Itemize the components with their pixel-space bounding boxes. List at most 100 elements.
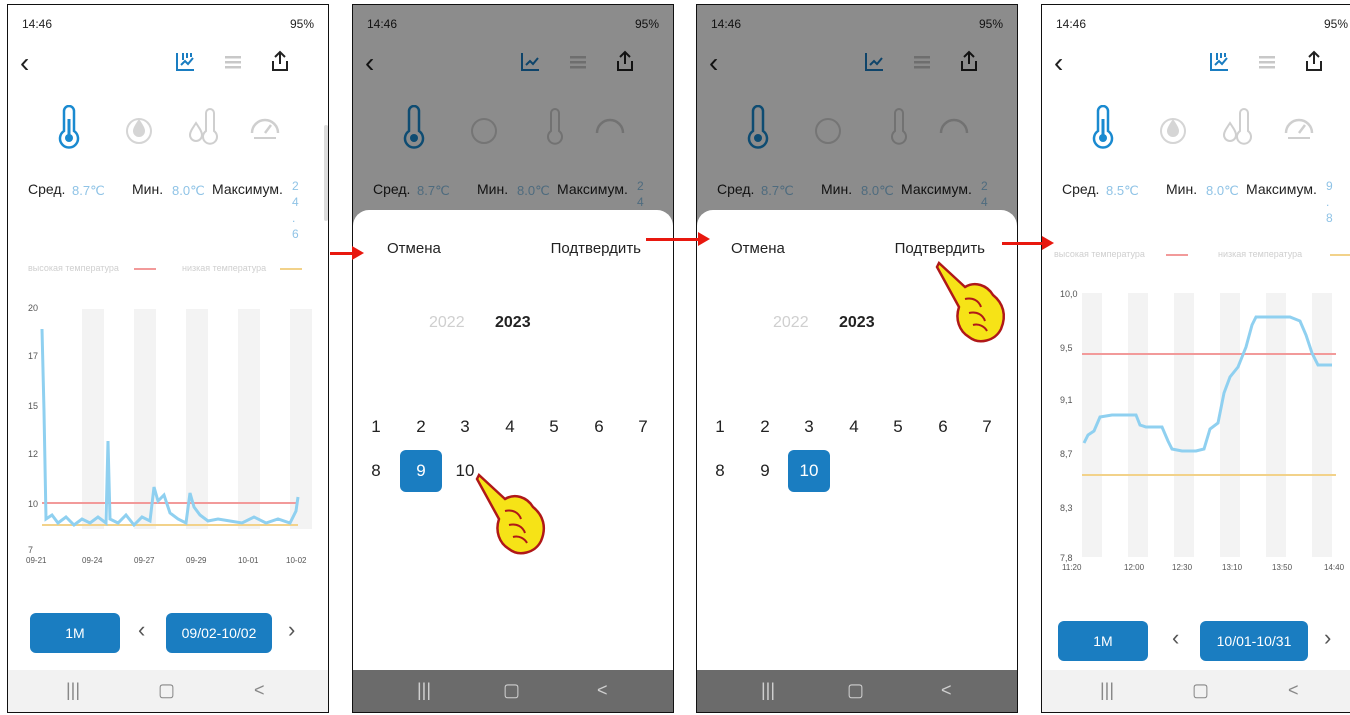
back-chevron-icon[interactable]: ‹ xyxy=(1054,49,1063,77)
recents-icon[interactable]: ||| xyxy=(66,680,80,701)
nav-back-icon[interactable]: < xyxy=(254,680,265,701)
sensor-tabs xyxy=(1042,105,1350,153)
month-option-selected[interactable]: 9 xyxy=(400,450,442,492)
year-selected[interactable]: 2023 xyxy=(495,314,531,332)
legend-high-swatch xyxy=(134,268,156,270)
home-icon[interactable]: ▢ xyxy=(503,680,520,701)
nav-back-icon[interactable]: < xyxy=(597,680,608,701)
max-label: Максимум. xyxy=(212,181,283,197)
home-icon[interactable]: ▢ xyxy=(1192,680,1209,701)
nav-back-icon[interactable]: < xyxy=(1288,680,1299,701)
confirm-button[interactable]: Подтвердить xyxy=(551,240,641,257)
min-label: Мин. xyxy=(1166,181,1198,197)
month-option[interactable]: 8 xyxy=(699,450,741,492)
humidity-drop-icon[interactable] xyxy=(1156,105,1190,149)
temperature-series xyxy=(1082,315,1332,453)
month-option[interactable]: 6 xyxy=(922,406,964,448)
confirm-button[interactable]: Подтвердить xyxy=(895,240,985,257)
month-option[interactable]: 8 xyxy=(355,450,397,492)
month-option[interactable]: 4 xyxy=(833,406,875,448)
share-icon[interactable] xyxy=(268,49,292,73)
cancel-button[interactable]: Отмена xyxy=(387,240,441,257)
phone-screen-2: 14:46 95% ‹ Сред. 8.7℃ Мин. 8.0℃ Максиму… xyxy=(352,4,674,713)
month-option[interactable]: 5 xyxy=(877,406,919,448)
legend-low-label: низкая температура xyxy=(182,263,267,273)
share-icon[interactable] xyxy=(1302,49,1326,73)
period-1m-button[interactable]: 1M xyxy=(1058,621,1148,661)
prev-period-icon[interactable]: ‹ xyxy=(1172,625,1179,651)
legend-low-swatch xyxy=(1330,254,1350,256)
recents-icon[interactable]: ||| xyxy=(761,680,775,701)
year-option[interactable]: 2022 xyxy=(429,314,465,332)
chart-icon[interactable] xyxy=(1208,51,1230,73)
min-value: 8.0℃ xyxy=(172,183,205,198)
period-1m-button[interactable]: 1M xyxy=(30,613,120,653)
avg-value: 8.7℃ xyxy=(72,183,105,198)
min-value: 8.0℃ xyxy=(1206,183,1239,198)
year-option[interactable]: 2022 xyxy=(773,314,809,332)
x-tick-label: 09-21 xyxy=(26,556,47,565)
cancel-button[interactable]: Отмена xyxy=(731,240,785,257)
sensor-tabs xyxy=(8,105,328,153)
x-tick-label: 10-02 xyxy=(286,556,307,565)
y-tick-label: 7 xyxy=(28,545,33,555)
month-option[interactable]: 4 xyxy=(489,406,531,448)
month-option[interactable]: 7 xyxy=(622,406,664,448)
scrollbar[interactable] xyxy=(324,125,328,221)
month-picker-sheet: Отмена Подтвердить 2022 2023 1 2 3 4 5 6… xyxy=(353,210,673,670)
month-option[interactable]: 1 xyxy=(355,406,397,448)
flow-arrow xyxy=(646,232,710,246)
month-option[interactable]: 7 xyxy=(966,406,1008,448)
chart-icon[interactable] xyxy=(174,51,196,73)
flow-arrow xyxy=(1002,236,1054,250)
list-icon[interactable] xyxy=(222,51,244,73)
thermo-hygro-icon[interactable] xyxy=(1220,105,1254,149)
y-tick-label: 8,3 xyxy=(1060,503,1073,513)
recents-icon[interactable]: ||| xyxy=(417,680,431,701)
month-option[interactable]: 9 xyxy=(744,450,786,492)
back-chevron-icon[interactable]: ‹ xyxy=(20,49,29,77)
month-option[interactable]: 2 xyxy=(744,406,786,448)
y-tick-label: 7,8 xyxy=(1060,553,1073,563)
home-icon[interactable]: ▢ xyxy=(158,680,175,701)
max-value-digit: 6 xyxy=(292,227,299,241)
x-tick-label: 11:20 xyxy=(1062,563,1082,572)
month-option[interactable]: 6 xyxy=(578,406,620,448)
y-tick-label: 17 xyxy=(28,351,38,361)
month-option[interactable]: 3 xyxy=(444,406,486,448)
max-value-digit: 8 xyxy=(1326,211,1333,225)
thermometer-icon[interactable] xyxy=(52,105,86,149)
x-tick-label: 09-27 xyxy=(134,556,155,565)
thermometer-icon[interactable] xyxy=(1086,105,1120,149)
status-time: 14:46 xyxy=(1056,17,1087,31)
battery-indicator: 95% xyxy=(1323,17,1348,31)
date-range-button[interactable]: 10/01-10/31 xyxy=(1200,621,1308,661)
prev-period-icon[interactable]: ‹ xyxy=(138,617,145,643)
y-tick-label: 10 xyxy=(28,499,38,509)
month-option[interactable]: 1 xyxy=(699,406,741,448)
list-icon[interactable] xyxy=(1256,51,1278,73)
max-value-digit: . xyxy=(292,211,296,225)
legend-high-swatch xyxy=(1166,254,1188,256)
pressure-gauge-icon[interactable] xyxy=(1282,105,1316,149)
nav-back-icon[interactable]: < xyxy=(941,680,952,701)
next-period-icon[interactable]: › xyxy=(288,617,295,643)
recents-icon[interactable]: ||| xyxy=(1100,680,1114,701)
y-tick-label: 12 xyxy=(28,449,38,459)
month-option[interactable]: 3 xyxy=(788,406,830,448)
humidity-drop-icon[interactable] xyxy=(122,105,156,149)
date-range-button[interactable]: 09/02-10/02 xyxy=(166,613,272,653)
pressure-gauge-icon[interactable] xyxy=(248,105,282,149)
avg-label: Сред. xyxy=(1062,181,1100,197)
phone-screen-3: 14:46 95% ‹ Сред. 8.7℃ Мин. 8.0℃ Максиму… xyxy=(696,4,1018,713)
phone-screen-1: 14:46 95% ‹ Сред. 8.7℃ Мин. 8.0℃ Максиму… xyxy=(7,4,329,713)
year-selected[interactable]: 2023 xyxy=(839,314,875,332)
legend-high-label: высокая температура xyxy=(28,263,119,273)
month-option-selected[interactable]: 10 xyxy=(788,450,830,492)
next-period-icon[interactable]: › xyxy=(1324,625,1331,651)
month-option[interactable]: 5 xyxy=(533,406,575,448)
month-option[interactable]: 2 xyxy=(400,406,442,448)
period-controls: 1M ‹ 10/01-10/31 › xyxy=(1042,619,1350,663)
thermo-hygro-icon[interactable] xyxy=(186,105,220,149)
home-icon[interactable]: ▢ xyxy=(847,680,864,701)
